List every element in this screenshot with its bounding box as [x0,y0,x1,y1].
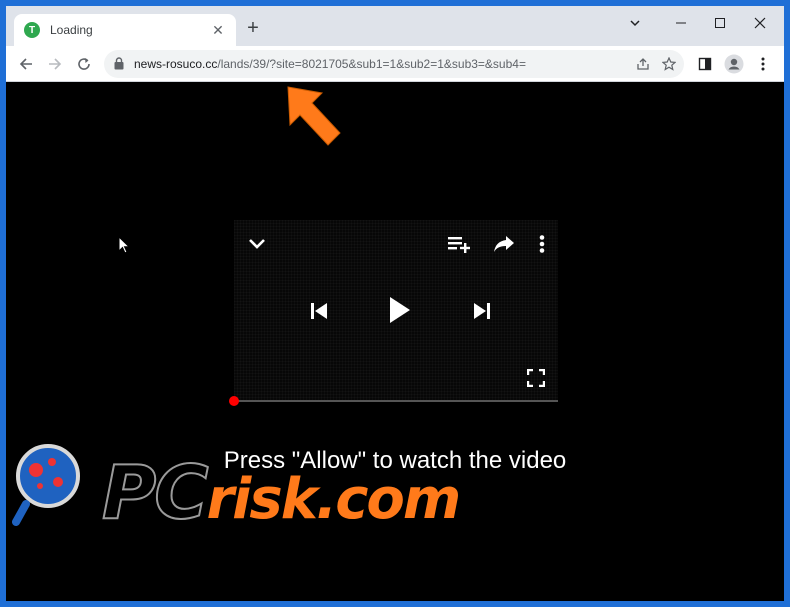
url-path: /lands/39/?site=8021705&sub1=1&sub2=1&su… [217,57,526,71]
next-icon[interactable] [467,296,497,326]
play-icon[interactable] [382,290,418,330]
menu-icon[interactable] [752,53,774,75]
add-to-queue-icon[interactable] [444,232,474,256]
progress-handle[interactable] [229,396,239,406]
tab-title: Loading [50,23,93,37]
sidepanel-icon[interactable] [694,53,716,75]
previous-icon[interactable] [304,296,334,326]
back-icon[interactable] [14,52,38,76]
forward-icon[interactable] [43,52,67,76]
progress-bar[interactable] [229,396,558,406]
video-player[interactable] [234,220,558,400]
pcrisk-logo-icon [12,444,80,526]
star-icon[interactable] [660,55,678,73]
share-icon[interactable] [634,55,652,73]
minimize-icon[interactable] [661,12,701,34]
more-vert-icon[interactable] [532,232,552,256]
watermark-risk: risk.com [206,467,462,532]
chevron-down-icon[interactable] [242,232,272,256]
browser-window: T Loading ✕ + news-rosuco.cc/lands/39/?s… [6,6,784,601]
address-bar[interactable]: news-rosuco.cc/lands/39/?site=8021705&su… [104,50,684,78]
mouse-cursor-icon [118,236,130,254]
tab-favicon: T [24,22,40,38]
pcrisk-watermark: PCrisk.com [101,449,462,537]
lock-icon[interactable] [114,57,124,75]
tab-strip: T Loading ✕ + [6,6,784,46]
share-arrow-icon[interactable] [489,232,519,256]
url-host: news-rosuco.cc [134,57,218,71]
toolbar: news-rosuco.cc/lands/39/?site=8021705&su… [6,46,784,82]
fullscreen-icon[interactable] [524,366,548,390]
maximize-icon[interactable] [700,12,740,34]
reload-icon[interactable] [72,52,96,76]
close-icon[interactable] [740,12,780,34]
profile-icon[interactable] [723,53,745,75]
arrow-annotation-icon [287,86,341,146]
new-tab-icon[interactable]: + [242,17,264,40]
url-text[interactable]: news-rosuco.cc/lands/39/?site=8021705&su… [134,57,526,71]
tab-active[interactable]: T Loading ✕ [14,14,236,46]
tab-search-icon[interactable] [615,12,655,34]
tab-close-icon[interactable]: ✕ [210,22,226,39]
watermark-pc: PC [101,449,210,537]
